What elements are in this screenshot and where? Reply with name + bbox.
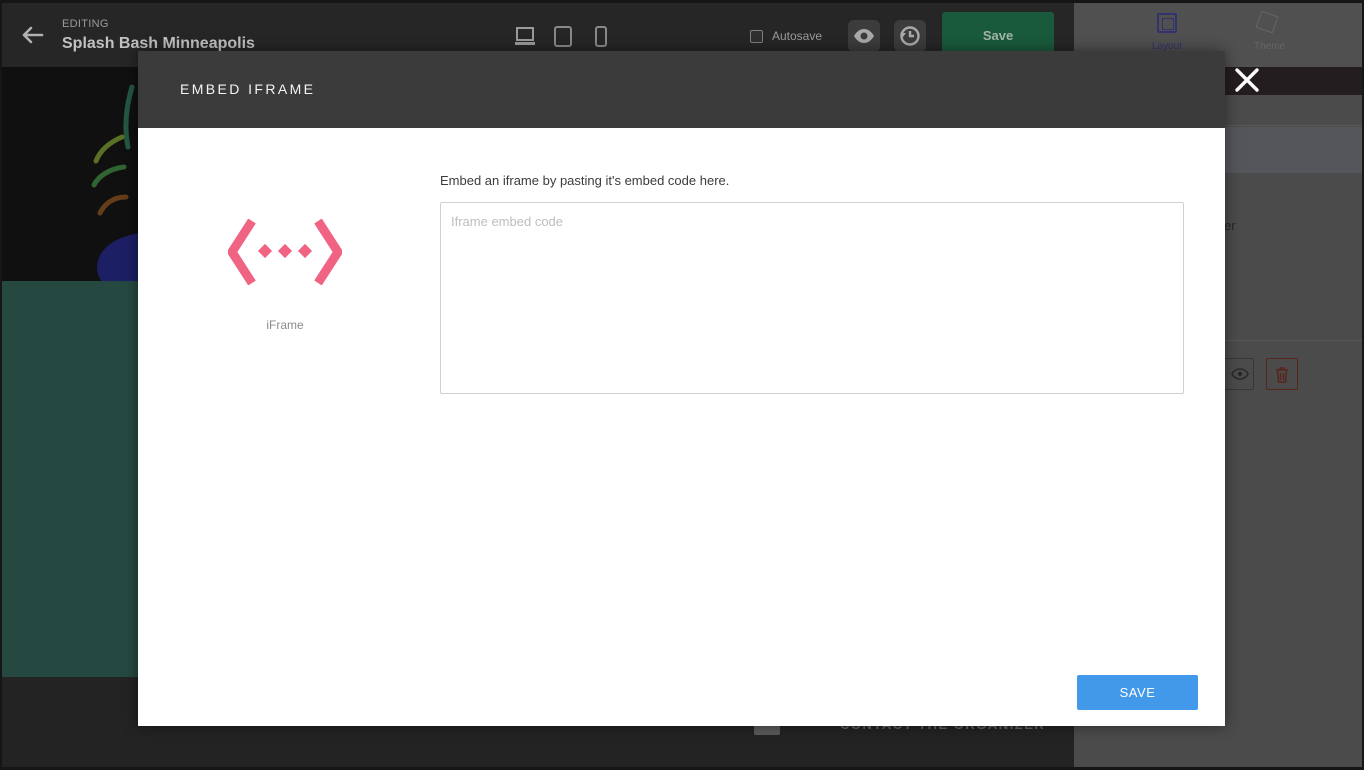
instruction-text: Embed an iframe by pasting it's embed co… <box>440 173 730 188</box>
modal-header: EMBED IFRAME <box>138 51 1225 128</box>
embed-code-input[interactable] <box>440 202 1184 394</box>
embed-code-icon <box>228 219 342 285</box>
embed-iframe-modal: EMBED IFRAME iFrame Embed an iframe by p… <box>138 51 1225 726</box>
embed-type-caption: iFrame <box>266 318 304 332</box>
modal-title: EMBED IFRAME <box>180 81 316 97</box>
modal-save-button[interactable]: SAVE <box>1077 675 1198 710</box>
close-icon[interactable] <box>1233 66 1261 94</box>
